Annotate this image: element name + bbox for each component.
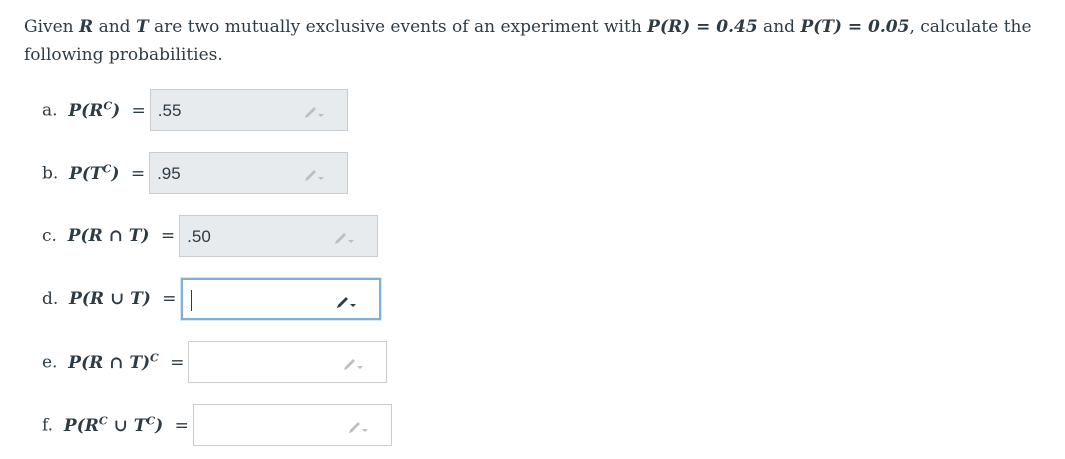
part-expression: P(RC) (68, 99, 121, 121)
part-expression: P(RC ∪ TC) (63, 414, 164, 436)
prob-r: P(R) = 0.45 (647, 17, 758, 37)
answer-field-a[interactable]: .55 (149, 89, 348, 131)
part-expression: P(R ∩ T)C (68, 351, 159, 373)
pencil-dropdown-icon[interactable] (342, 355, 364, 371)
part-letter: f. (42, 415, 54, 436)
answer-value: .95 (157, 164, 181, 183)
part-d: d. P(R ∪ T) = (42, 277, 381, 321)
pencil-dropdown-icon[interactable] (333, 229, 355, 245)
part-letter: d. (42, 289, 59, 309)
prob-t: P(T) = 0.05 (800, 17, 910, 37)
event-t: T (135, 17, 149, 37)
part-letter: b. (42, 163, 59, 184)
pencil-dropdown-icon[interactable] (303, 103, 325, 119)
part-expression: P(R ∪ T) (69, 289, 151, 309)
part-letter: a. (42, 100, 58, 121)
pencil-dropdown-icon[interactable] (335, 293, 357, 309)
pencil-dropdown-icon[interactable] (347, 418, 369, 434)
part-expression: P(TC) (69, 162, 120, 184)
part-letter: e. (42, 352, 58, 373)
pencil-dropdown-icon[interactable] (303, 166, 325, 182)
answer-field-f[interactable] (192, 404, 392, 446)
question-text: Given R and T are two mutually exclusive… (24, 17, 1032, 65)
part-b: b. P(TC) = .95 (42, 151, 349, 195)
text-caret (190, 290, 192, 311)
part-f: f. P(RC ∪ TC) = (42, 403, 392, 447)
part-expression: P(R ∩ T) (67, 226, 150, 246)
part-letter: c. (42, 226, 57, 246)
part-e: e. P(R ∩ T)C = (42, 340, 388, 384)
answer-field-c[interactable]: .50 (179, 215, 379, 257)
answer-field-e[interactable] (188, 341, 388, 383)
answer-field-d[interactable] (180, 278, 381, 320)
answer-value: .50 (187, 227, 211, 246)
part-c: c. P(R ∩ T) = .50 (42, 214, 379, 258)
part-a: a. P(RC) = .55 (42, 88, 348, 132)
event-r: R (79, 17, 94, 37)
answer-field-b[interactable]: .95 (149, 152, 349, 194)
answer-value: .55 (157, 101, 182, 120)
